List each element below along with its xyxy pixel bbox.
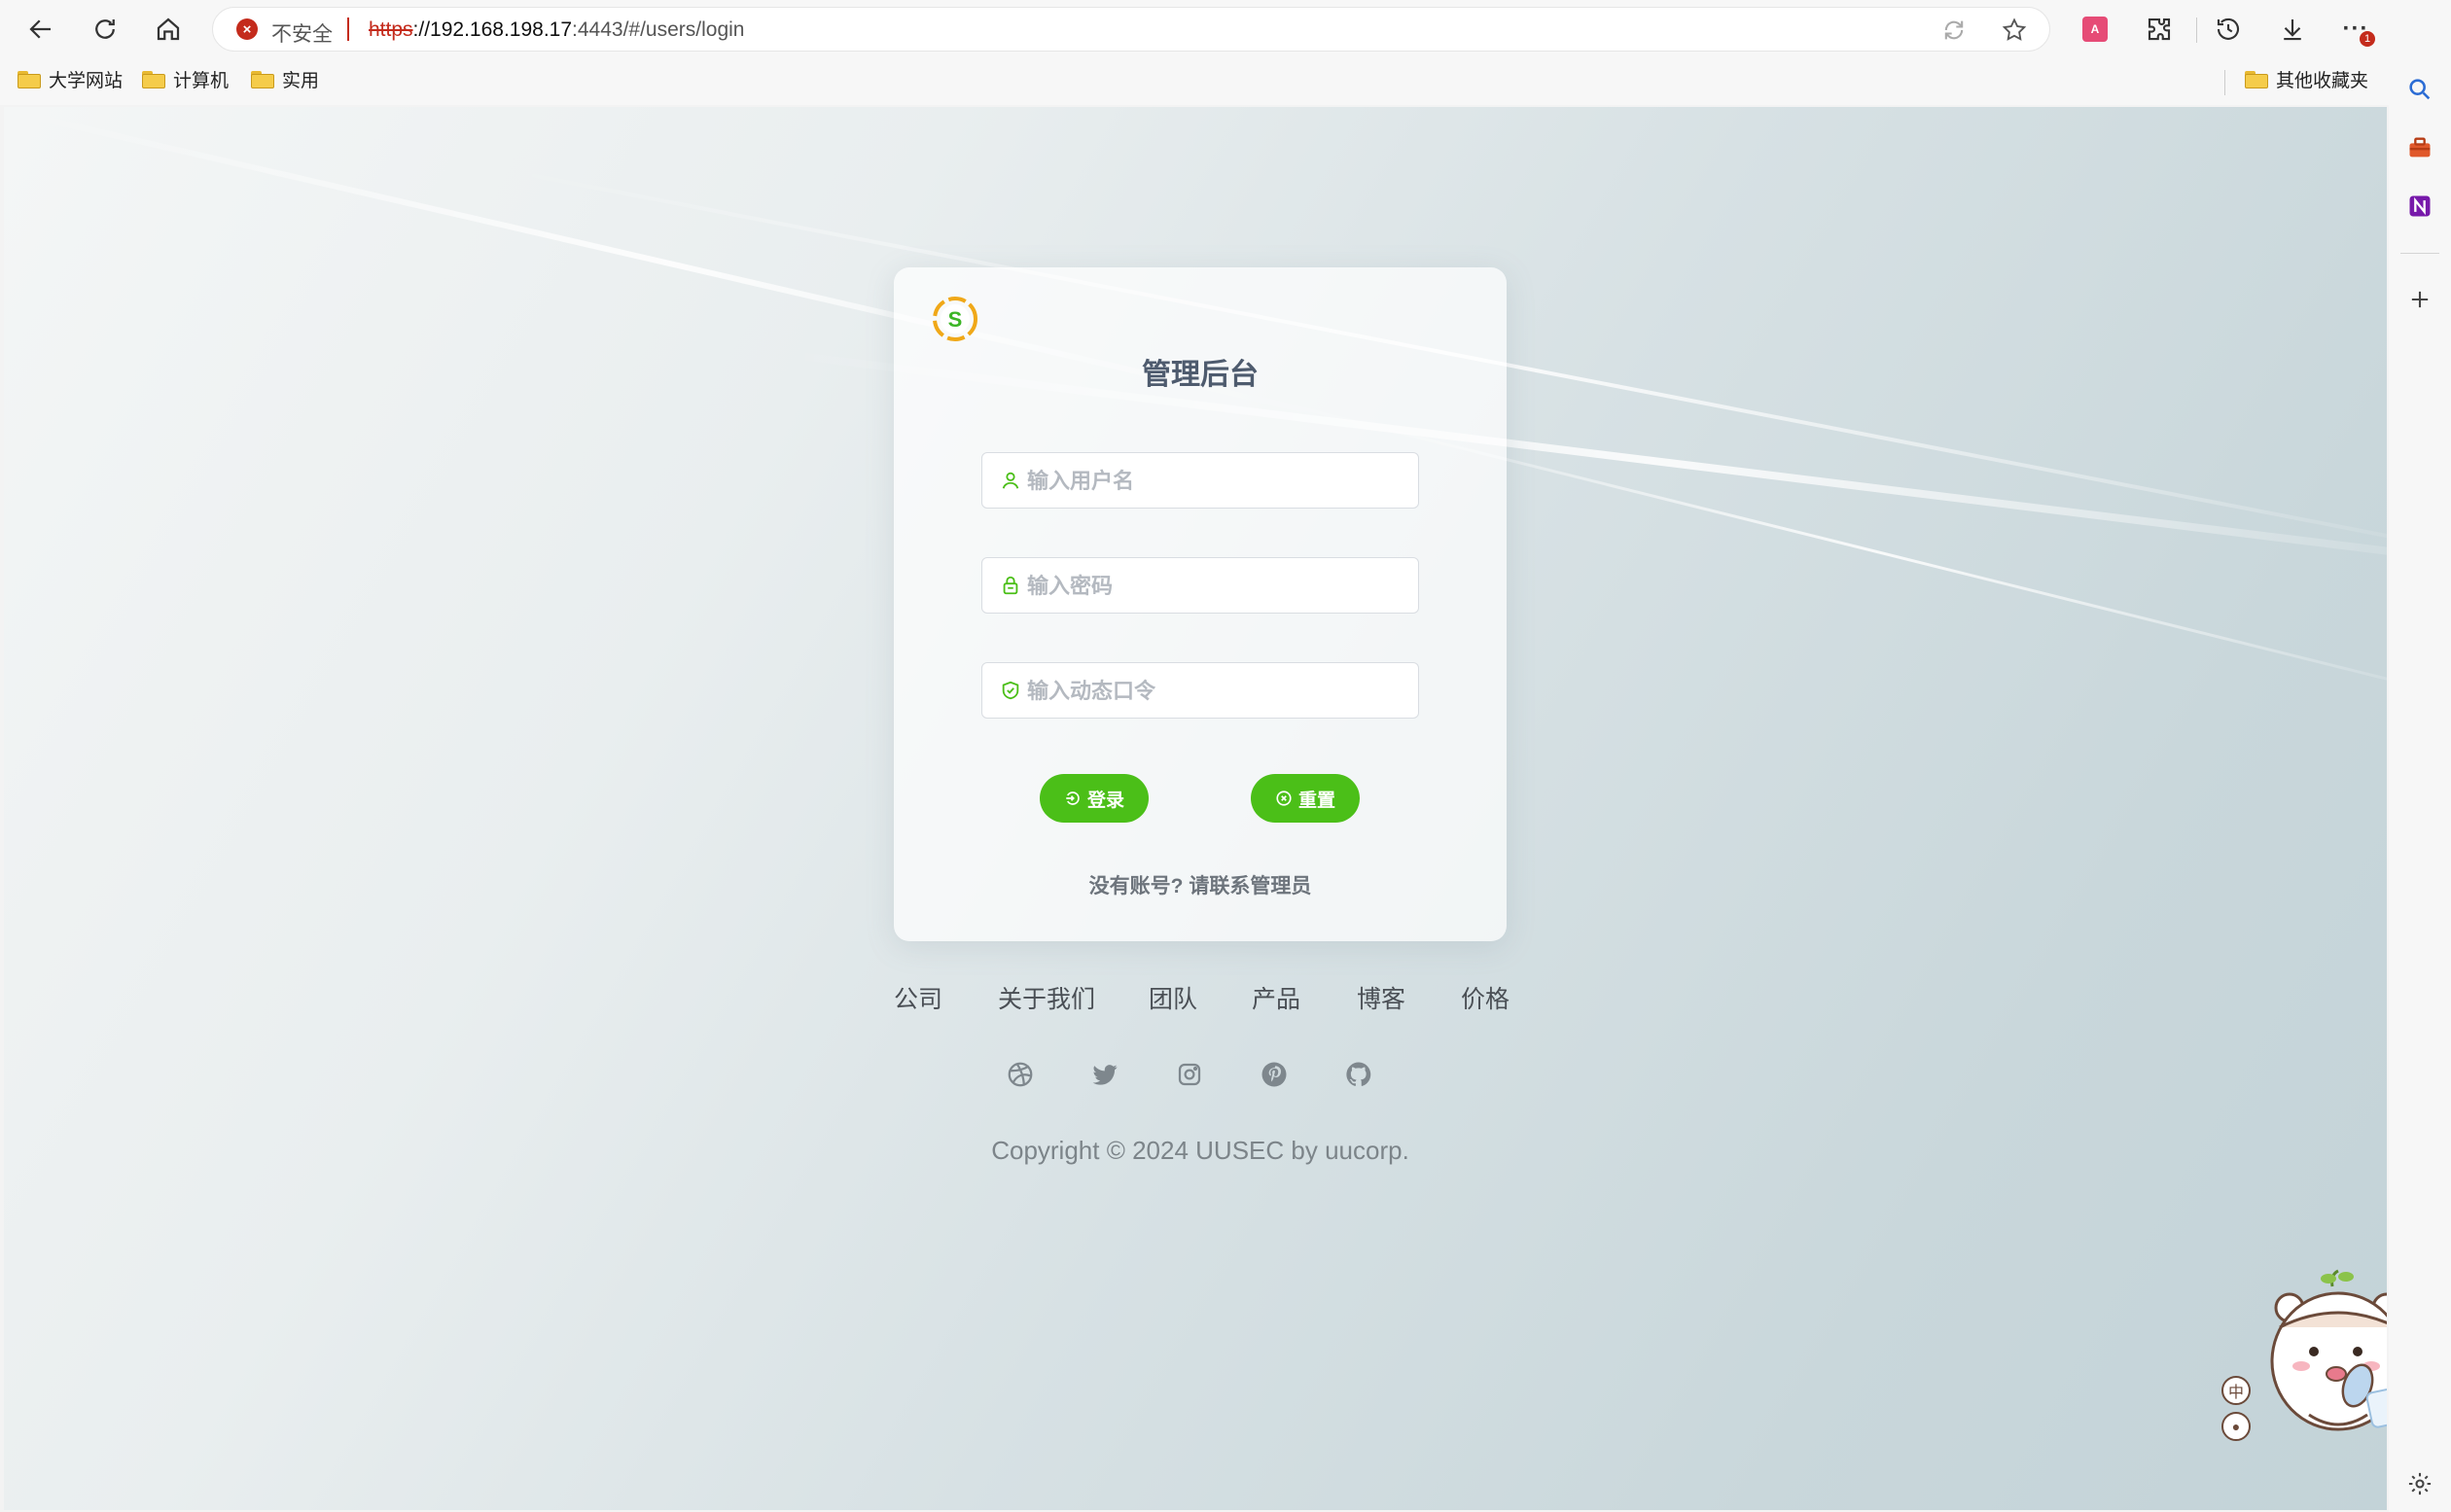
insecure-label[interactable]: 不安全 [271, 18, 333, 48]
side-search-button[interactable] [2402, 72, 2437, 107]
bookmark-folder-university[interactable]: 大学网站 [18, 66, 123, 92]
side-onenote-button[interactable] [2402, 189, 2437, 224]
side-add-button[interactable] [2402, 282, 2437, 317]
bear-face-icon: ● [2231, 1419, 2241, 1434]
url-path: :4443/#/users/login [572, 18, 745, 41]
contact-admin-text: 没有账号? 请联系管理员 [1088, 875, 1312, 897]
bookmarks-divider [2224, 70, 2225, 95]
translate-extension-button[interactable]: A [2078, 12, 2113, 47]
bookmark-folder-other[interactable]: 其他收藏夹 [2245, 66, 2368, 92]
login-button-label: 登录 [1086, 790, 1124, 811]
copyright-text: Copyright © 2024 UUSEC by uucorp. [991, 1136, 1409, 1165]
side-panel-divider [2400, 253, 2439, 254]
side-settings-button[interactable] [2402, 1466, 2437, 1501]
username-field[interactable] [981, 452, 1419, 510]
folder-icon [142, 70, 165, 88]
side-tools-button[interactable] [2402, 130, 2437, 165]
address-separator [347, 18, 349, 41]
puzzle-icon [2148, 18, 2171, 41]
bookmarks-bar: 大学网站 计算机 实用 其他收藏夹 [0, 62, 2393, 101]
password-input[interactable] [1025, 558, 1408, 615]
bookmark-label: 其他收藏夹 [2276, 71, 2369, 91]
dribbble-icon[interactable] [1006, 1060, 1035, 1089]
bookmark-label: 大学网站 [49, 71, 124, 91]
login-icon [1066, 791, 1080, 805]
username-input[interactable] [1025, 453, 1408, 510]
back-button[interactable] [21, 10, 60, 49]
mascot-widget[interactable]: 中 ● [2221, 1269, 2387, 1449]
footer-links: 公司 关于我们 团队 产品 博客 价格 [894, 980, 1510, 1015]
home-icon [157, 18, 180, 41]
language-toggle-button[interactable]: 中 [2221, 1376, 2251, 1405]
back-arrow-icon [29, 19, 51, 39]
footer-link-team[interactable]: 团队 [1149, 980, 1197, 1015]
home-button[interactable] [149, 10, 188, 49]
browser-toolbar: × 不安全 https://192.168.198.17:4443/#/user… [0, 0, 2451, 105]
reset-button-label: 重置 [1297, 790, 1335, 811]
history-icon [2217, 18, 2240, 40]
mascot-toggle-button[interactable]: ● [2221, 1412, 2251, 1441]
user-icon [1002, 472, 1019, 489]
footer-link-blog[interactable]: 博客 [1357, 980, 1405, 1015]
url-text[interactable]: https://192.168.198.17:4443/#/users/logi… [369, 18, 744, 42]
footer-link-company[interactable]: 公司 [894, 980, 942, 1015]
bookmark-label: 计算机 [173, 71, 230, 91]
more-menu-button[interactable]: ··· 1 [2338, 12, 2375, 47]
shield-check-icon [1002, 681, 1019, 700]
bookmark-label: 实用 [282, 71, 320, 91]
reload-icon [95, 19, 115, 39]
browser-side-panel [2389, 0, 2451, 1512]
url-scheme: https [369, 18, 413, 41]
page-viewport: S 管理后台 登录 重置 没有账号? 请联系管理员 公司 关于我们 团队 产 [4, 107, 2387, 1510]
footer-link-about[interactable]: 关于我们 [998, 980, 1095, 1015]
onenote-icon [2409, 195, 2431, 217]
otp-input[interactable] [1025, 663, 1408, 720]
logo-icon: S [933, 297, 977, 341]
extensions-button[interactable] [2142, 12, 2177, 47]
footer-link-pricing[interactable]: 价格 [1461, 980, 1510, 1015]
bookmark-folder-practical[interactable]: 实用 [251, 66, 319, 92]
folder-icon [251, 70, 274, 88]
reset-button[interactable]: 重置 [1251, 774, 1360, 823]
gear-icon [2408, 1472, 2432, 1495]
folder-icon [2245, 70, 2268, 88]
read-aloud-icon[interactable] [1940, 17, 1968, 44]
history-button[interactable] [2211, 12, 2246, 47]
password-field[interactable] [981, 557, 1419, 615]
downloads-button[interactable] [2275, 12, 2310, 47]
notification-badge: 1 [2360, 31, 2375, 47]
address-bar[interactable]: × 不安全 https://192.168.198.17:4443/#/user… [212, 7, 2050, 52]
plus-icon [2411, 291, 2429, 308]
otp-field[interactable] [981, 662, 1419, 720]
folder-icon [18, 70, 41, 88]
close-circle-icon [1276, 791, 1292, 806]
github-icon[interactable] [1344, 1060, 1373, 1089]
login-card: S 管理后台 登录 重置 没有账号? 请联系管理员 [894, 267, 1507, 941]
url-host: ://192.168.198.17 [412, 18, 573, 41]
bear-mascot-icon [2270, 1269, 2387, 1431]
search-icon [2409, 79, 2431, 100]
translate-icon: A [2082, 17, 2108, 42]
lock-icon [1003, 576, 1018, 595]
favorite-star-icon[interactable] [2001, 17, 2028, 44]
twitter-icon[interactable] [1090, 1060, 1119, 1089]
social-links [1006, 1060, 1424, 1099]
login-button[interactable]: 登录 [1040, 774, 1149, 823]
logo-letter: S [948, 307, 963, 332]
toolbox-icon [2409, 137, 2431, 158]
bookmark-folder-computer[interactable]: 计算机 [142, 66, 229, 92]
footer-link-products[interactable]: 产品 [1252, 980, 1300, 1015]
reload-button[interactable] [86, 10, 124, 49]
page-title: 管理后台 [1142, 359, 1259, 391]
toolbar-divider [2196, 18, 2197, 43]
download-icon [2284, 19, 2301, 41]
insecure-warning-icon[interactable]: × [236, 18, 258, 40]
pinterest-icon[interactable] [1260, 1060, 1289, 1089]
instagram-icon[interactable] [1175, 1060, 1204, 1089]
